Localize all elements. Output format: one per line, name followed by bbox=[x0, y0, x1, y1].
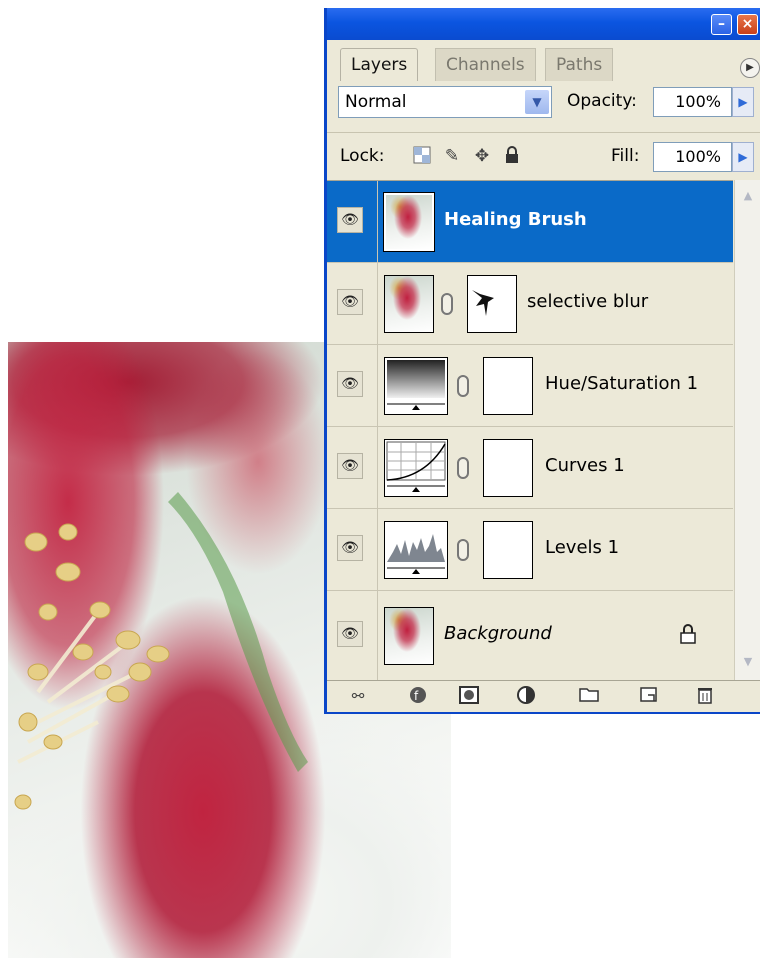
close-button[interactable]: × bbox=[737, 14, 758, 35]
chain-link-icon[interactable] bbox=[441, 293, 453, 315]
chain-link-icon[interactable] bbox=[457, 539, 469, 561]
opacity-slider-button[interactable]: ▶ bbox=[732, 87, 754, 117]
layer-hue-saturation[interactable]: 👁 Hue/Saturation 1 bbox=[327, 345, 733, 427]
eye-icon[interactable]: 👁 bbox=[337, 289, 363, 315]
blend-mode-select[interactable]: Normal ▼ bbox=[338, 86, 552, 118]
layer-selective-blur[interactable]: 👁 selective blur bbox=[327, 263, 733, 345]
eye-icon[interactable]: 👁 bbox=[337, 535, 363, 561]
divider bbox=[377, 509, 378, 590]
arrow-right-icon: ▶ bbox=[738, 95, 748, 109]
layers-palette: – × Layers Channels Paths ▶ Normal ▼ Opa… bbox=[324, 8, 760, 714]
eye-icon[interactable]: 👁 bbox=[337, 371, 363, 397]
mask-brush-mark bbox=[472, 290, 494, 316]
lock-label: Lock: bbox=[340, 146, 385, 166]
layer-name[interactable]: Healing Brush bbox=[444, 209, 587, 230]
chain-link-icon[interactable] bbox=[457, 457, 469, 479]
fill-slider-button[interactable]: ▶ bbox=[732, 142, 754, 172]
menu-arrow-icon: ▶ bbox=[746, 62, 754, 73]
layer-style-icon[interactable]: f bbox=[407, 685, 431, 707]
layer-levels[interactable]: 👁 Levels 1 bbox=[327, 509, 733, 591]
arrow-right-icon: ▶ bbox=[738, 150, 748, 164]
divider bbox=[327, 132, 760, 133]
layer-name[interactable]: selective blur bbox=[527, 291, 648, 312]
lock-icon bbox=[679, 623, 697, 645]
add-mask-icon[interactable] bbox=[457, 685, 481, 707]
minimize-icon: – bbox=[718, 16, 725, 32]
new-adjustment-layer-icon[interactable] bbox=[515, 685, 539, 707]
palette-menu-button[interactable]: ▶ bbox=[740, 58, 760, 78]
eye-icon[interactable]: 👁 bbox=[337, 453, 363, 479]
layer-name[interactable]: Curves 1 bbox=[545, 455, 625, 476]
layer-background[interactable]: 👁 Background bbox=[327, 591, 733, 681]
new-group-folder-icon[interactable] bbox=[577, 685, 601, 707]
layer-mask-thumbnail[interactable] bbox=[483, 439, 533, 497]
palette-tabs: Layers Channels Paths ▶ bbox=[327, 40, 760, 82]
layer-thumbnail[interactable] bbox=[384, 607, 434, 665]
layer-mask-thumbnail[interactable] bbox=[483, 357, 533, 415]
trash-icon[interactable] bbox=[693, 685, 717, 707]
layer-curves[interactable]: 👁 Curves 1 bbox=[327, 427, 733, 509]
blend-mode-value: Normal bbox=[345, 92, 407, 112]
layer-name[interactable]: Hue/Saturation 1 bbox=[545, 373, 698, 394]
tab-layers[interactable]: Layers bbox=[340, 48, 419, 81]
layer-name[interactable]: Background bbox=[444, 623, 552, 644]
lock-pixels-brush-icon[interactable]: ✎ bbox=[442, 146, 462, 166]
eye-icon[interactable]: 👁 bbox=[337, 207, 363, 233]
divider bbox=[377, 591, 378, 681]
new-layer-icon[interactable] bbox=[637, 685, 661, 707]
divider bbox=[377, 427, 378, 508]
eye-icon[interactable]: 👁 bbox=[337, 621, 363, 647]
layers-scrollbar[interactable]: ▲ ▼ bbox=[734, 180, 760, 680]
scroll-down-icon[interactable]: ▼ bbox=[738, 652, 758, 672]
lock-row: Lock: ✎ ✥ Fill: 100% ▶ bbox=[327, 136, 760, 176]
close-icon: × bbox=[741, 16, 754, 32]
tab-channels[interactable]: Channels bbox=[435, 48, 536, 81]
divider bbox=[377, 345, 378, 426]
minimize-button[interactable]: – bbox=[711, 14, 732, 35]
palette-titlebar[interactable]: – × bbox=[327, 8, 760, 40]
curves-adjustment-icon[interactable] bbox=[384, 439, 448, 497]
tab-paths[interactable]: Paths bbox=[545, 48, 614, 81]
layer-healing-brush[interactable]: 👁 Healing Brush bbox=[327, 181, 733, 263]
lock-position-move-icon[interactable]: ✥ bbox=[472, 146, 492, 166]
lock-transparency-icon[interactable] bbox=[412, 146, 432, 166]
link-layers-icon[interactable]: ⚯ bbox=[341, 685, 375, 707]
fill-label: Fill: bbox=[611, 146, 640, 166]
layer-mask-thumbnail[interactable] bbox=[483, 521, 533, 579]
layer-mask-thumbnail[interactable] bbox=[467, 275, 517, 333]
fill-field[interactable]: 100% bbox=[653, 142, 732, 172]
scroll-up-icon[interactable]: ▲ bbox=[738, 186, 758, 206]
layers-toolbar: ⚯ f bbox=[327, 680, 760, 712]
chevron-down-icon[interactable]: ▼ bbox=[525, 90, 549, 114]
chain-link-icon[interactable] bbox=[457, 375, 469, 397]
divider bbox=[377, 181, 378, 262]
lock-all-icon[interactable] bbox=[502, 146, 522, 166]
blend-row: Normal ▼ Opacity: 100% ▶ bbox=[327, 84, 760, 124]
opacity-field[interactable]: 100% bbox=[653, 87, 732, 117]
divider bbox=[377, 263, 378, 344]
levels-adjustment-icon[interactable] bbox=[384, 521, 448, 579]
layers-list: 👁 Healing Brush 👁 selective blur 👁 Hue/S… bbox=[327, 180, 733, 681]
layer-name[interactable]: Levels 1 bbox=[545, 537, 619, 558]
layer-thumbnail[interactable] bbox=[383, 192, 435, 252]
hue-saturation-adjustment-icon[interactable] bbox=[384, 357, 448, 415]
opacity-label: Opacity: bbox=[567, 91, 637, 111]
layer-thumbnail[interactable] bbox=[384, 275, 434, 333]
